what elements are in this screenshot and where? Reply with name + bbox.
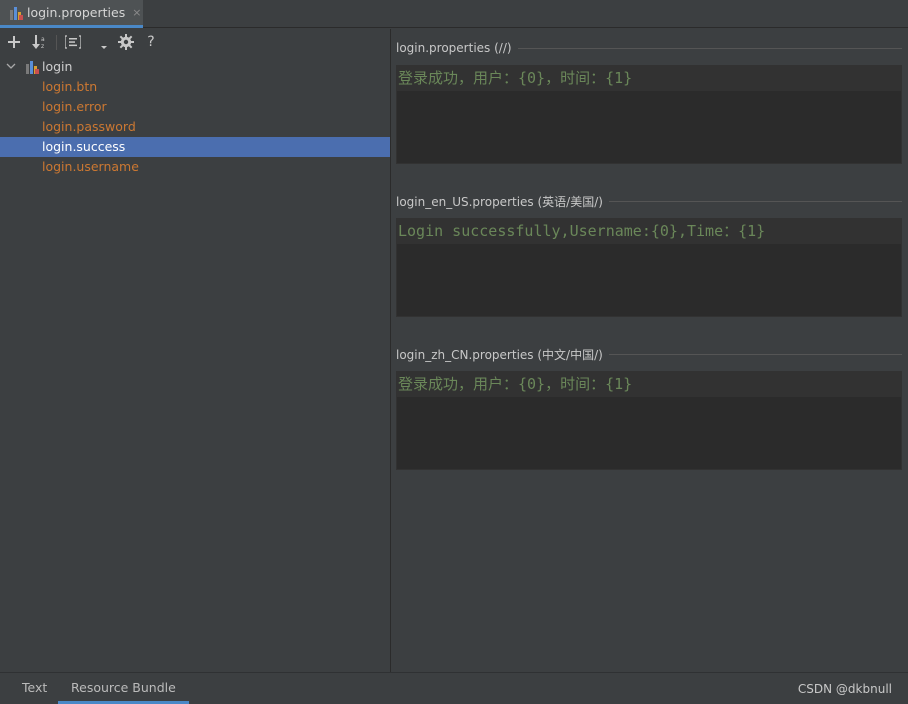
section-header: login_zh_CN.properties (中文/中国/) [396,344,902,364]
values-panel: login.properties (//) 登录成功，用户：{0}，时间：{1}… [391,29,908,672]
svg-text:a: a [41,36,45,43]
tree-item-login-username[interactable]: login.username [0,157,390,177]
toolbar-separator [56,35,57,50]
tab-resource-bundle[interactable]: Resource Bundle [58,679,189,704]
section-login-properties: login.properties (//) 登录成功，用户：{0}，时间：{1} [396,38,902,164]
plus-icon[interactable] [6,33,22,51]
keys-toolbar: a z ? [0,29,390,55]
tab-login-properties[interactable]: login.properties × [0,0,143,28]
dropdown-arrow-icon[interactable] [98,33,110,51]
tree-root-login[interactable]: login [0,57,390,77]
section-title: login.properties (//) [396,41,512,55]
close-icon[interactable]: × [132,6,141,19]
divider [608,353,902,355]
tab-title: login.properties [27,5,126,20]
section-title: login_zh_CN.properties (中文/中国/) [396,347,603,362]
section-login-en-us: login_en_US.properties (英语/美国/) Login su… [396,191,902,317]
group-icon[interactable] [64,33,82,51]
tree-item-login-password[interactable]: login.password [0,117,390,137]
section-header: login_en_US.properties (英语/美国/) [396,191,902,211]
section-header: login.properties (//) [396,38,902,58]
bottom-tab-bar: Text Resource Bundle CSDN @dkbnull [0,672,908,704]
divider [517,47,902,49]
section-title: login_en_US.properties (英语/美国/) [396,194,603,209]
section-login-zh-cn: login_zh_CN.properties (中文/中国/) 登录成功，用户：… [396,344,902,470]
tree-item-label: login.success [42,139,126,154]
value-editor[interactable]: 登录成功，用户：{0}，时间：{1} [396,371,902,470]
help-icon[interactable]: ? [143,33,159,51]
tree-item-label: login.error [42,99,107,114]
resource-bundle-icon [9,6,23,20]
tree-item-login-success[interactable]: login.success [0,137,390,157]
tree-item-label: login.btn [42,79,98,94]
tree-item-label: login.password [42,119,136,134]
tree-item-login-btn[interactable]: login.btn [0,77,390,97]
sort-alpha-icon[interactable]: a z [31,33,49,51]
value-editor[interactable]: Login successfully,Username:{0},Time：{1} [396,218,902,317]
gear-icon[interactable] [117,33,135,51]
editor-tab-bar: login.properties × [0,0,908,28]
tree-item-login-error[interactable]: login.error [0,97,390,117]
svg-text:z: z [41,43,44,49]
value-text[interactable]: Login successfully,Username:{0},Time：{1} [397,219,901,244]
tree-root-label: login [42,59,73,74]
divider [608,200,902,202]
value-editor[interactable]: 登录成功，用户：{0}，时间：{1} [396,65,902,164]
tab-text[interactable]: Text [22,679,47,701]
resource-bundle-icon [25,60,39,74]
value-text[interactable]: 登录成功，用户：{0}，时间：{1} [397,372,901,397]
watermark: CSDN @dkbnull [797,682,892,696]
value-text[interactable]: 登录成功，用户：{0}，时间：{1} [397,66,901,91]
tree-item-label: login.username [42,159,139,174]
keys-panel: a z ? login login.btn login.error login.… [0,29,390,672]
